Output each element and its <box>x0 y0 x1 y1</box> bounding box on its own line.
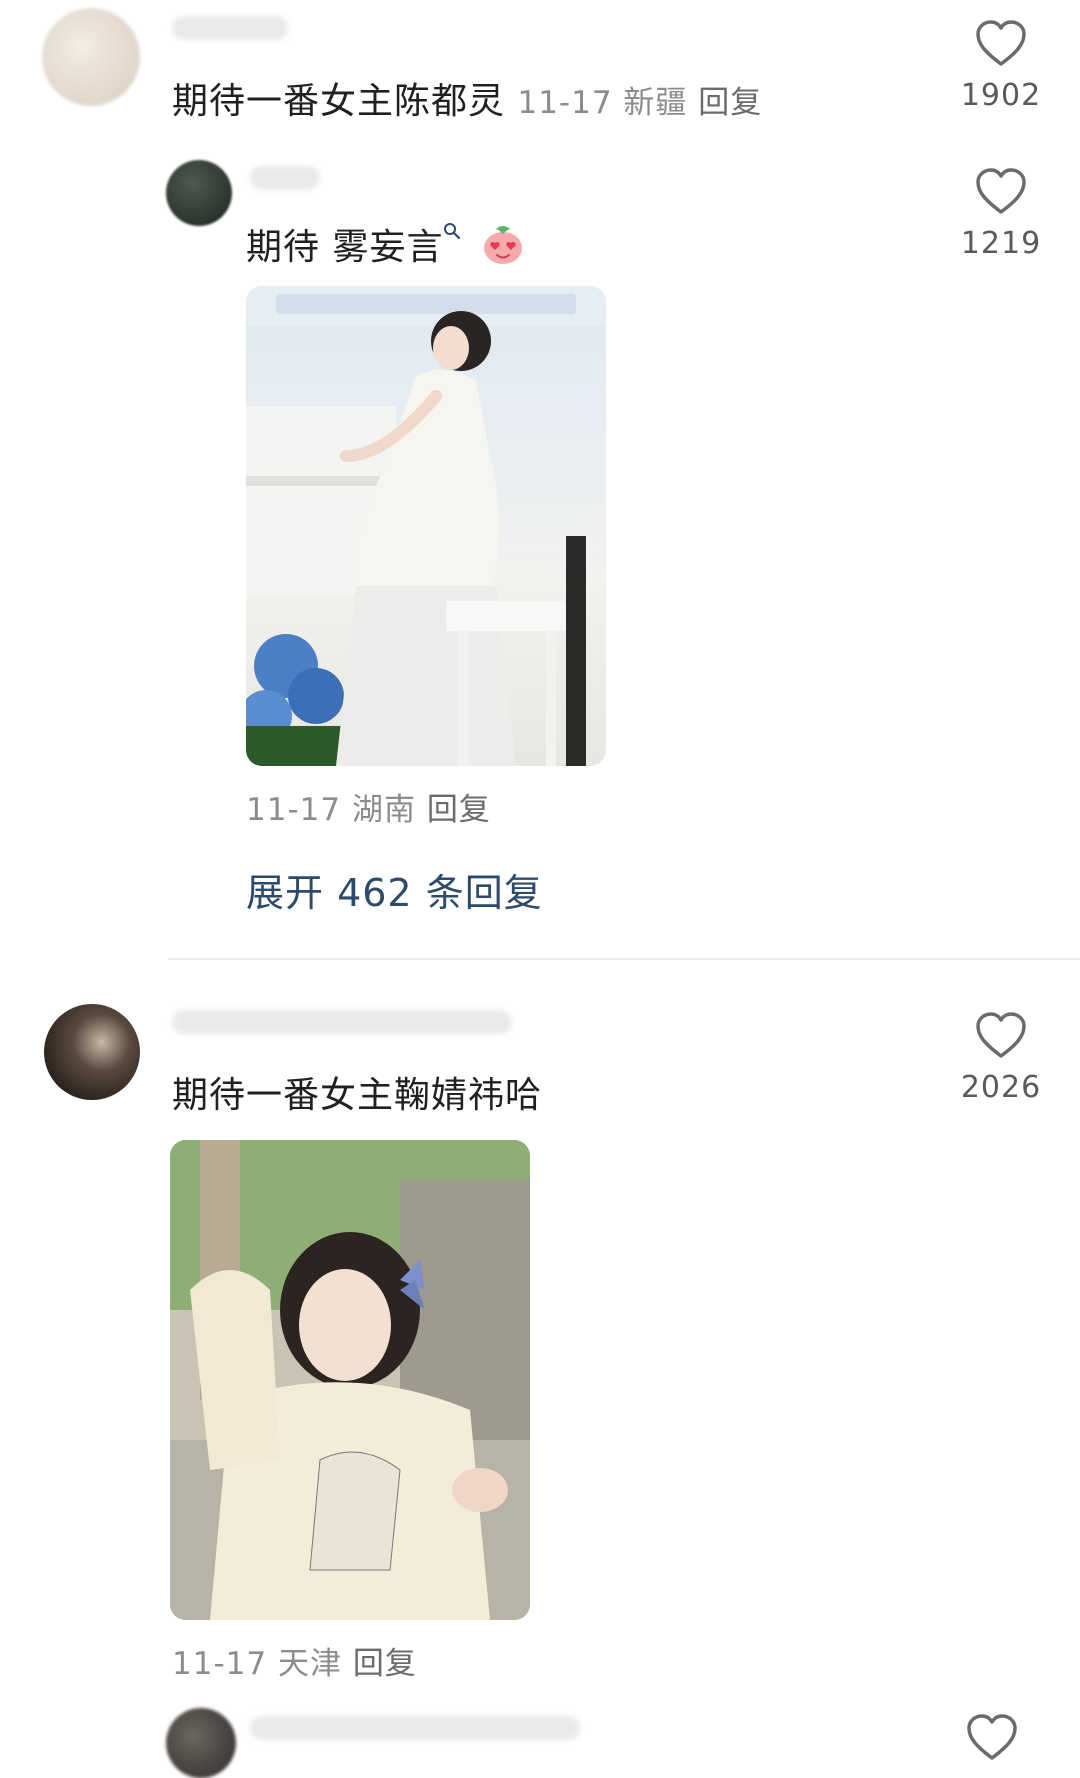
like-button[interactable]: 2026 <box>956 1012 1046 1105</box>
like-button[interactable]: 1902 <box>956 20 1046 113</box>
photo-illustration <box>170 1140 530 1620</box>
avatar[interactable] <box>166 1708 236 1778</box>
username-blurred[interactable] <box>172 16 288 40</box>
photo-illustration <box>246 286 606 766</box>
like-count: 1902 <box>960 78 1042 113</box>
heart-icon <box>976 20 1026 66</box>
heart-eyes-peach-emoji <box>483 226 522 264</box>
like-button[interactable]: 1219 <box>956 168 1046 261</box>
heart-icon <box>967 1714 1017 1760</box>
reply-button[interactable]: 回复 <box>427 792 491 828</box>
comment-text: 期待一番女主鞠婧祎哈 <box>172 1075 543 1116</box>
avatar[interactable] <box>42 8 140 106</box>
username-blurred[interactable] <box>172 1010 512 1034</box>
expand-replies-button[interactable]: 展开 462 条回复 <box>246 862 543 917</box>
avatar[interactable] <box>44 1004 140 1100</box>
username-blurred[interactable] <box>250 1716 580 1740</box>
comment-photo[interactable] <box>246 286 606 766</box>
like-count: 1219 <box>960 226 1042 261</box>
heart-icon <box>976 1012 1026 1058</box>
username-blurred[interactable] <box>250 166 320 190</box>
avatar[interactable] <box>166 160 232 226</box>
divider <box>168 958 1080 960</box>
reply-button[interactable]: 回复 <box>353 1646 417 1682</box>
comment-text: 期待 雾妄言 <box>246 218 526 270</box>
heart-icon <box>976 168 1026 214</box>
comment-text: 期待一番女主陈都灵 11-17 新疆 回复 <box>172 81 763 122</box>
comment-meta: 11-17 新疆 回复 <box>517 85 763 121</box>
reply-button[interactable]: 回复 <box>698 85 762 121</box>
comment-meta: 11-17 天津 回复 <box>172 1646 417 1682</box>
search-superscript-icon[interactable] <box>443 222 461 240</box>
comment-meta: 11-17 湖南 回复 <box>246 792 491 828</box>
like-count: 2026 <box>960 1070 1042 1105</box>
comment-photo[interactable] <box>170 1140 530 1620</box>
like-button[interactable] <box>966 1714 1018 1766</box>
